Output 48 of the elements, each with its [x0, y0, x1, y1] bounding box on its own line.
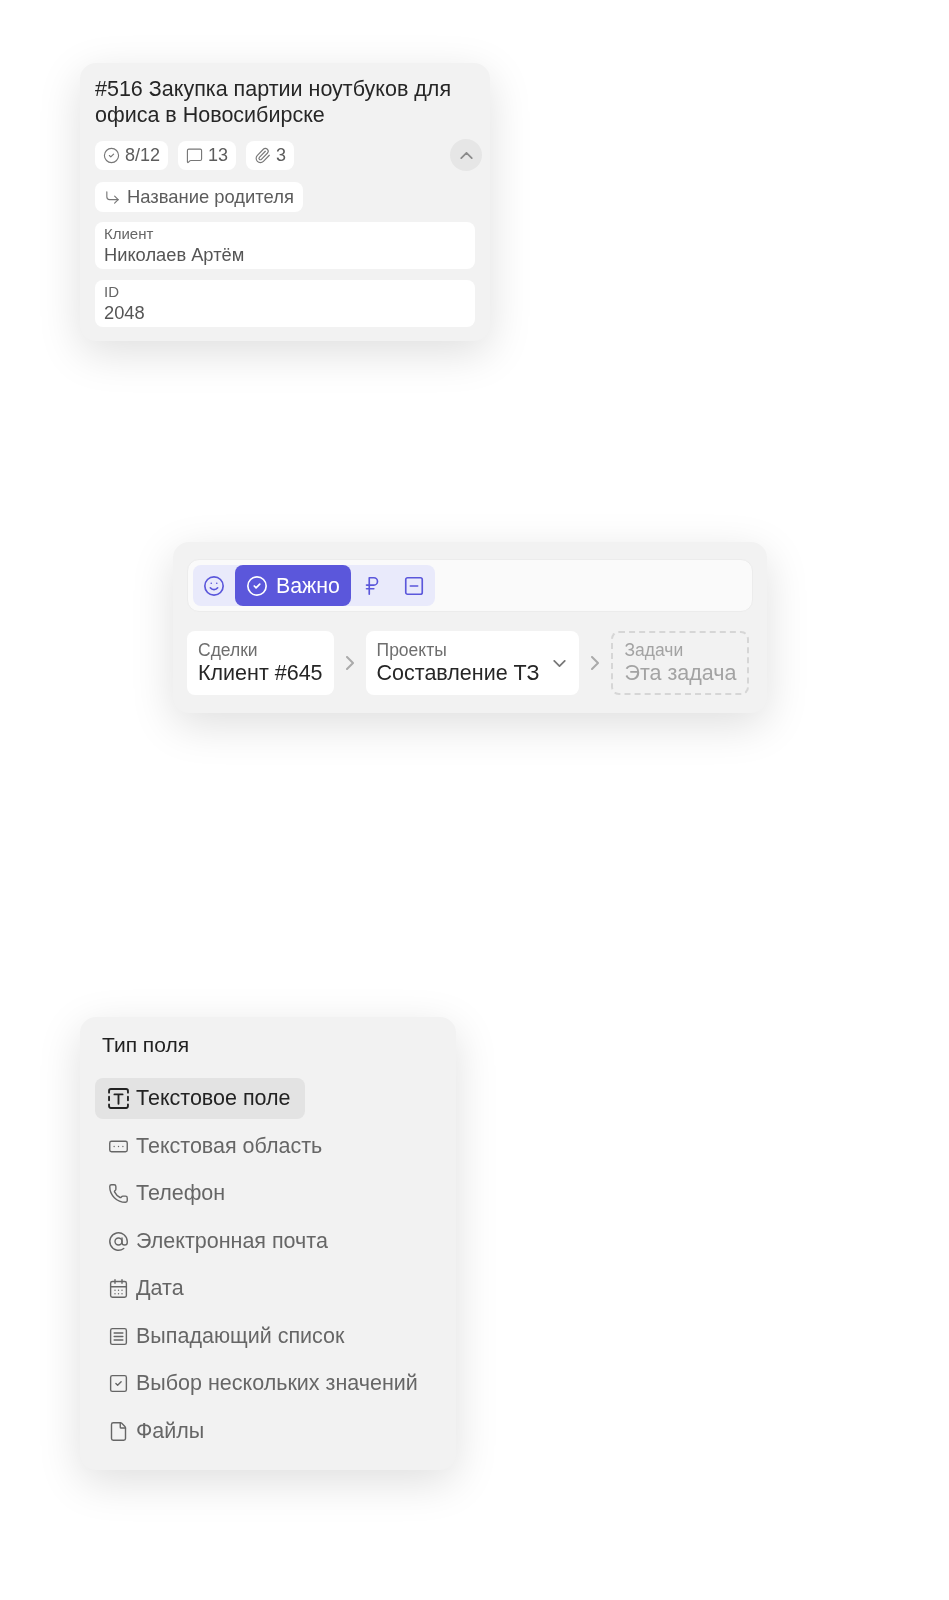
comment-counter[interactable]: 13 — [178, 140, 237, 170]
tag-button[interactable]: Важно — [235, 565, 351, 606]
chevron-down-icon — [553, 659, 567, 667]
list-box-icon — [108, 1325, 129, 1347]
menu-item[interactable]: Выбор нескольких значений — [95, 1363, 432, 1404]
field-label: Клиент — [104, 225, 155, 243]
minus-square-icon — [402, 574, 425, 597]
parent-link[interactable]: Название родителя — [95, 182, 303, 212]
speech-bubble-icon — [186, 146, 204, 164]
calendar-icon — [108, 1278, 129, 1299]
breadcrumb-value: Составление ТЗ — [376, 660, 540, 686]
paperclip-icon — [254, 146, 272, 164]
phone-icon — [108, 1183, 129, 1204]
checkbox-icon — [108, 1373, 129, 1394]
breadcrumb-label: Проекты — [376, 640, 448, 660]
breadcrumb-label: Сделки — [198, 640, 259, 660]
menu-item[interactable]: Файлы — [95, 1410, 219, 1452]
attachment-counter[interactable]: 3 — [246, 140, 295, 170]
menu-item[interactable]: Дата — [95, 1268, 198, 1309]
subtask-counter[interactable]: 8/12 — [95, 140, 169, 170]
chevron-up-icon — [459, 151, 473, 159]
check-circle-icon — [103, 146, 120, 164]
text-field-icon — [108, 1088, 129, 1109]
smiley-icon — [203, 574, 225, 597]
chevron-right-icon — [591, 656, 600, 670]
info-field[interactable]: Клиент Николаев Артём — [95, 222, 475, 269]
corner-arrow-icon — [104, 188, 121, 206]
menu-item[interactable]: Телефон — [95, 1173, 240, 1214]
menu-item[interactable]: Текстовое поле — [95, 1078, 305, 1119]
field-label: ID — [104, 283, 120, 301]
check-circle-icon — [246, 574, 268, 597]
breadcrumb-item[interactable]: Сделки Клиент #645 — [187, 631, 334, 695]
breadcrumb-dropdown[interactable]: Проекты Составление ТЗ — [365, 631, 580, 695]
menu-item[interactable]: Текстовая область — [95, 1125, 337, 1167]
info-field[interactable]: ID 2048 — [95, 280, 475, 327]
task-title: #516 Закупка партии ноутбуков для офиса в Новосибирске — [95, 76, 453, 128]
field-value: Николаев Артём — [104, 243, 246, 266]
menu-item[interactable]: Выпадающий список — [95, 1315, 359, 1357]
breadcrumb-label: Задачи — [624, 640, 685, 660]
breadcrumb-value: Эта задача — [624, 660, 737, 686]
at-sign-icon — [108, 1230, 129, 1252]
chevron-right-icon — [345, 656, 354, 670]
breadcrumb-value: Клиент #645 — [198, 660, 323, 686]
menu-title: Тип поля — [102, 1033, 190, 1056]
collapse-button[interactable] — [450, 139, 482, 171]
field-value: 2048 — [104, 301, 146, 324]
file-icon — [108, 1420, 129, 1442]
menu-item[interactable]: Электронная почта — [95, 1220, 342, 1262]
